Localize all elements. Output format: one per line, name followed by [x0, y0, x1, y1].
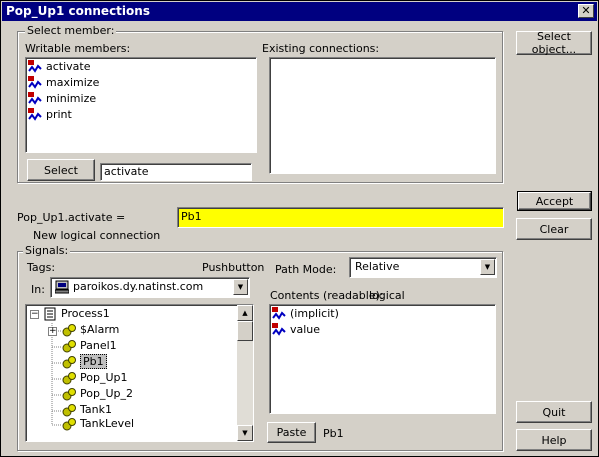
tags-label: Tags: — [27, 261, 56, 274]
member-icon — [28, 76, 42, 89]
chevron-down-icon: ▼ — [237, 283, 244, 291]
tags-tree[interactable]: − Process1 + $Alarm Panel1 Pb1 Pop_Up1 P… — [25, 304, 254, 442]
scroll-thumb[interactable] — [237, 321, 253, 341]
tag-gear-icon — [62, 324, 76, 337]
tree-item[interactable]: Pop_Up_2 — [62, 386, 133, 402]
scroll-up-button[interactable]: ▲ — [237, 305, 253, 321]
contents-list[interactable]: (implicit) value — [269, 304, 496, 414]
tree-item[interactable]: Pop_Up1 — [62, 370, 128, 386]
tag-gear-icon — [62, 340, 76, 353]
tree-scrollbar[interactable]: ▲ ▼ — [237, 305, 253, 441]
connection-status: New logical connection — [33, 229, 161, 242]
close-button[interactable]: ✕ — [578, 4, 594, 18]
clear-button[interactable]: Clear — [516, 218, 592, 240]
writable-members-list[interactable]: activate maximize minimize print — [25, 57, 257, 153]
path-mode-dropdown-arrow[interactable]: ▼ — [480, 259, 495, 275]
contents-type: logical — [369, 289, 405, 302]
tag-gear-icon — [62, 404, 76, 417]
path-mode-label: Path Mode: — [275, 263, 337, 276]
expand-icon[interactable]: + — [48, 327, 57, 336]
dialog-window: Pop_Up1 connections ✕ Select member: Wri… — [0, 0, 599, 457]
connection-expression-field[interactable]: Pb1 — [177, 207, 504, 228]
in-value: paroikos.dy.natinst.com — [73, 280, 204, 293]
title-bar[interactable]: Pop_Up1 connections — [2, 2, 597, 21]
member-icon — [272, 323, 286, 336]
tag-gear-icon — [62, 418, 76, 431]
contents-label: Contents (readable): — [270, 289, 384, 302]
collapse-icon[interactable]: − — [30, 310, 39, 319]
select-object-button[interactable]: Select object... — [516, 30, 592, 56]
tags-type: Pushbutton — [202, 261, 265, 274]
list-item[interactable]: activate — [28, 59, 91, 75]
in-combo[interactable]: paroikos.dy.natinst.com ▼ — [50, 277, 250, 298]
list-item[interactable]: minimize — [28, 91, 96, 107]
member-icon — [28, 108, 42, 121]
list-item[interactable]: maximize — [28, 75, 99, 91]
path-mode-combo[interactable]: Relative ▼ — [349, 257, 497, 278]
chevron-down-icon: ▼ — [484, 263, 491, 271]
member-icon — [28, 60, 42, 73]
member-icon — [272, 307, 286, 320]
writable-members-label: Writable members: — [25, 42, 131, 55]
list-item[interactable]: print — [28, 107, 72, 123]
tag-gear-icon — [62, 356, 76, 369]
computer-icon — [55, 280, 69, 294]
paste-button[interactable]: Paste — [267, 422, 316, 443]
accept-button[interactable]: Accept — [517, 191, 592, 211]
path-mode-value: Relative — [355, 260, 400, 273]
quit-button[interactable]: Quit — [516, 401, 592, 423]
existing-connections-list[interactable] — [269, 57, 496, 174]
signals-legend: Signals: — [23, 244, 71, 257]
selected-member-field[interactable]: activate — [100, 163, 252, 181]
paste-value: Pb1 — [323, 427, 344, 440]
tree-item[interactable]: Pb1 — [62, 354, 107, 370]
scroll-down-button[interactable]: ▼ — [237, 425, 253, 441]
select-member-legend: Select member: — [25, 24, 117, 37]
window-title: Pop_Up1 connections — [6, 4, 150, 18]
list-item[interactable]: value — [272, 322, 320, 338]
chevron-up-icon: ▲ — [242, 309, 248, 317]
close-icon: ✕ — [581, 4, 591, 17]
tree-item[interactable]: $Alarm — [62, 322, 119, 338]
help-button[interactable]: Help — [516, 429, 592, 451]
tag-gear-icon — [62, 388, 76, 401]
tree-item[interactable]: TankLevel — [62, 416, 134, 432]
connection-label: Pop_Up1.activate = — [17, 211, 126, 224]
tree-root[interactable]: Process1 — [43, 306, 110, 322]
existing-connections-label: Existing connections: — [262, 42, 380, 55]
member-icon — [28, 92, 42, 105]
list-item[interactable]: (implicit) — [272, 306, 339, 322]
document-icon — [44, 307, 56, 321]
chevron-down-icon: ▼ — [242, 429, 248, 437]
select-button[interactable]: Select — [27, 159, 95, 181]
in-dropdown-arrow[interactable]: ▼ — [233, 279, 248, 295]
tag-gear-icon — [62, 372, 76, 385]
tree-item[interactable]: Panel1 — [62, 338, 117, 354]
in-label: In: — [31, 283, 45, 296]
